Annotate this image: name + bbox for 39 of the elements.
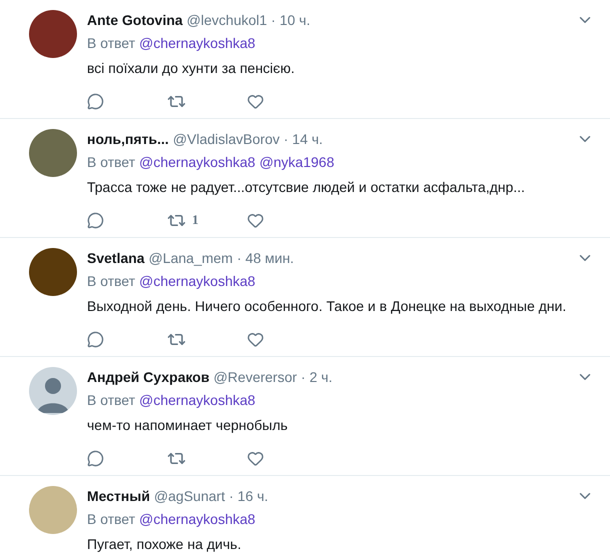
reply-label: В ответ	[87, 510, 136, 529]
author-handle[interactable]: @Reverersor	[213, 367, 297, 387]
mention-link[interactable]: @chernaykoshka8	[139, 152, 256, 172]
tweet-text: чем-то напоминает чернобыль	[87, 416, 289, 435]
tweet-time[interactable]: · 14 ч.	[284, 129, 323, 149]
author-handle[interactable]: @agSunart	[154, 486, 225, 506]
reply-label: В ответ	[87, 34, 136, 53]
author-name[interactable]: Андрей Сухраков	[87, 367, 210, 387]
author-name[interactable]: Местный	[87, 486, 150, 506]
heart-icon[interactable]	[247, 212, 264, 228]
author-handle[interactable]: @VladislavBorov	[172, 129, 280, 149]
tweet-time[interactable]: · 10 ч.	[271, 10, 310, 30]
tweet-text: Пугает, похоже на дичь.	[87, 535, 242, 554]
mention-link[interactable]: @chernaykoshka8	[139, 271, 256, 291]
tweet-time[interactable]: · 16 ч.	[228, 486, 268, 506]
avatar-photo-placeholder[interactable]	[29, 248, 77, 296]
heart-icon[interactable]	[247, 450, 264, 466]
tweet-text: Трасса тоже не радует...отсутсвие людей и остатки асфальта,днр...	[87, 178, 526, 197]
reply-label: В ответ	[87, 153, 136, 172]
tweet-time[interactable]: · 2 ч.	[300, 367, 332, 387]
author-name[interactable]: ноль,пять...	[87, 129, 169, 149]
author-name[interactable]: Svetlana	[87, 248, 145, 268]
retweet-count: 1	[192, 211, 198, 230]
tweet-text: всі поїхали до хунти за пенсією.	[87, 59, 296, 78]
mention-link[interactable]: @nyka1968	[259, 152, 334, 172]
reply-label: В ответ	[87, 391, 136, 410]
author-name[interactable]: Ante Gotovina	[87, 10, 183, 30]
avatar-photo-placeholder[interactable]	[29, 129, 77, 177]
mention-link[interactable]: @chernaykoshka8	[139, 390, 256, 410]
tweet-time[interactable]: · 48 мин.	[236, 248, 294, 268]
author-handle[interactable]: @Lana_mem	[148, 248, 233, 268]
tweet-text: Выходной день. Ничего особенного. Такое и в Донецке на выходные дни.	[87, 297, 568, 316]
avatar-photo-placeholder[interactable]	[29, 10, 77, 58]
reply-label: В ответ	[87, 272, 136, 291]
author-handle[interactable]: @levchukol1	[186, 10, 268, 30]
mention-link[interactable]: @chernaykoshka8	[139, 33, 256, 53]
heart-icon[interactable]	[247, 92, 264, 110]
heart-icon[interactable]	[247, 330, 264, 348]
mention-link[interactable]: @chernaykoshka8	[139, 509, 256, 529]
